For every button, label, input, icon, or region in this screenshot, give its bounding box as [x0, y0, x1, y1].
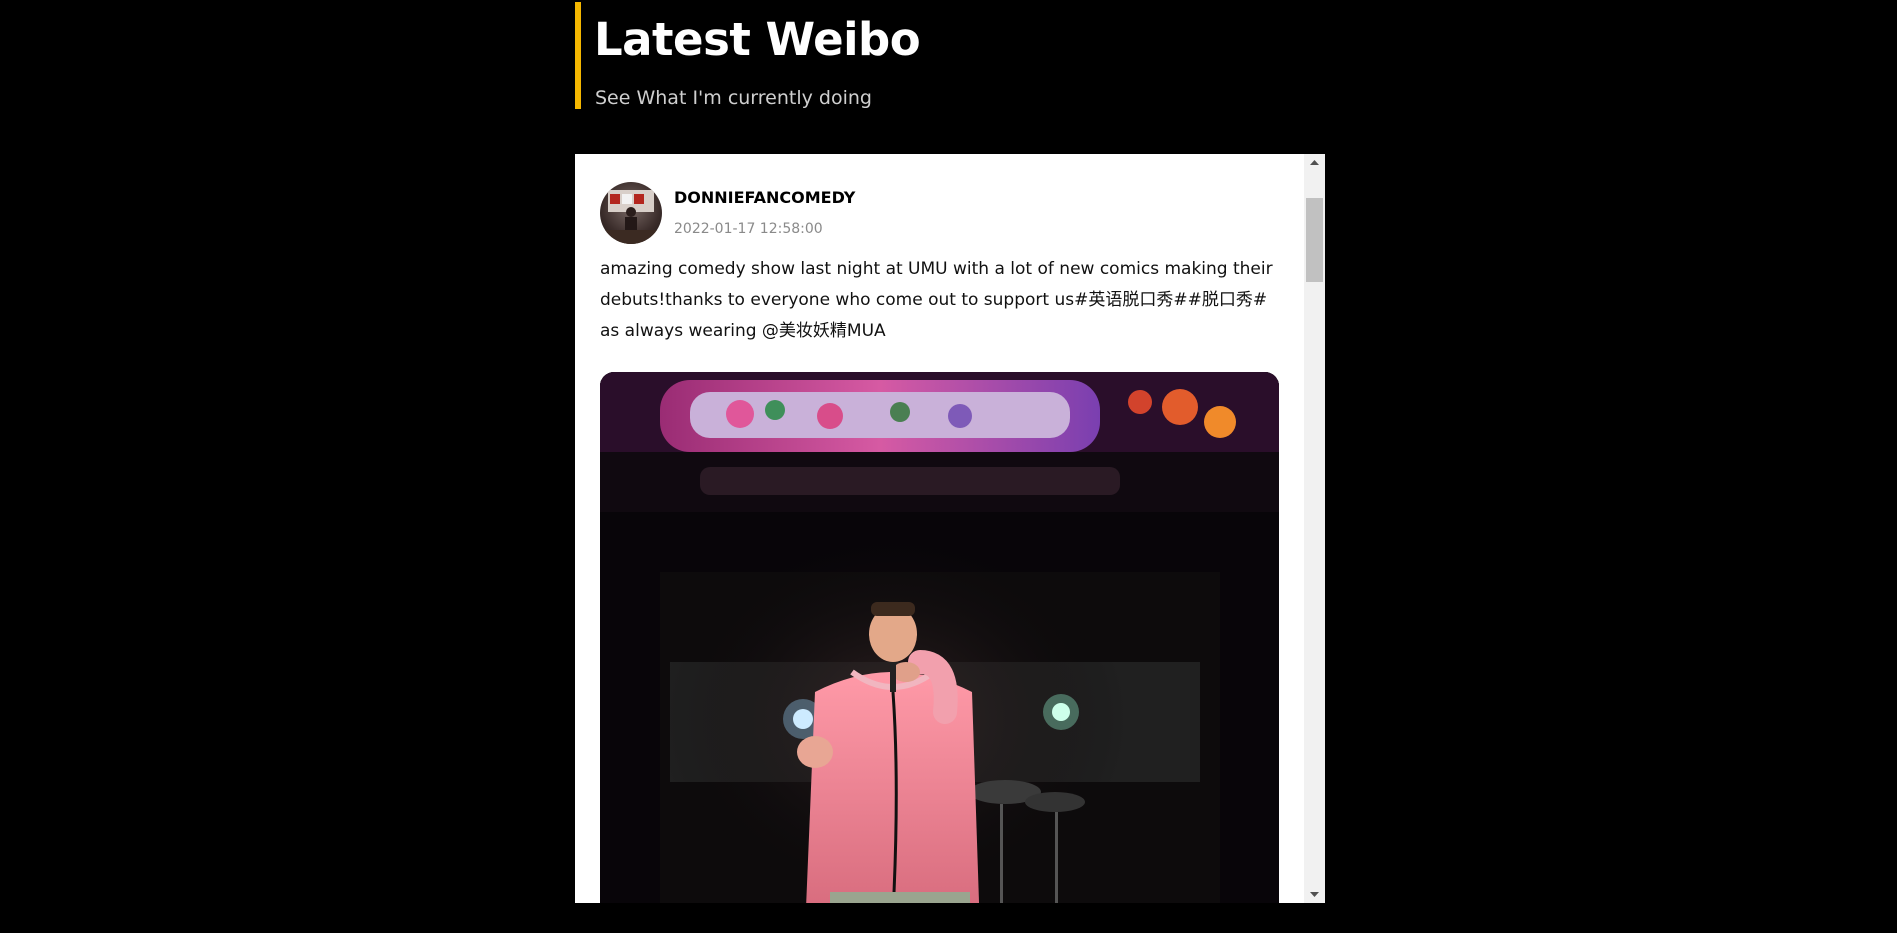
post-author[interactable]: DONNIEFANCOMEDY	[674, 187, 855, 209]
scrollbar-thumb[interactable]	[1306, 198, 1323, 282]
page-title: Latest Weibo	[594, 13, 921, 66]
avatar[interactable]	[600, 182, 662, 244]
avatar-image	[600, 190, 662, 244]
scroll-up-arrow-icon[interactable]	[1304, 154, 1325, 171]
comedian-on-stage-photo-icon	[600, 372, 1279, 903]
page-subtitle: See What I'm currently doing	[595, 87, 872, 109]
feed-scrollbar[interactable]	[1304, 154, 1325, 903]
scroll-down-arrow-icon[interactable]	[1304, 886, 1325, 903]
weibo-feed[interactable]: DONNIEFANCOMEDY 2022-01-17 12:58:00 amaz…	[575, 154, 1325, 903]
post-timestamp: 2022-01-17 12:58:00	[674, 221, 823, 237]
post-text: amazing comedy show last night at UMU wi…	[600, 259, 1273, 341]
post-photo[interactable]	[600, 372, 1279, 903]
weibo-header: Latest Weibo See What I'm currently doin…	[575, 2, 1275, 109]
